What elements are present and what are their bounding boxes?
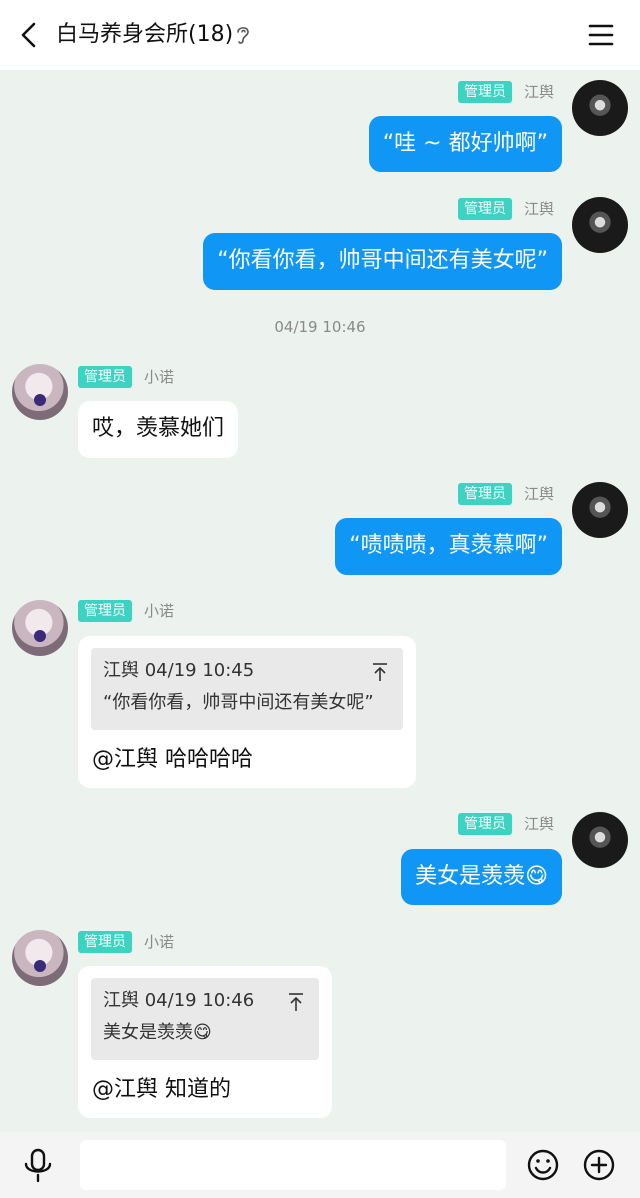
admin-badge: 管理员 xyxy=(78,931,132,953)
quoted-message[interactable]: 江舆 04/19 10:45 “你看你看，帅哥中间还有美女呢” xyxy=(91,648,403,730)
sender-name: 小诺 xyxy=(144,368,175,386)
back-arrow-icon[interactable] xyxy=(12,18,46,52)
message-bubble[interactable]: “啧啧啧，真羡慕啊” xyxy=(335,518,562,575)
avatar[interactable] xyxy=(12,600,68,656)
ear-icon xyxy=(237,27,249,44)
avatar[interactable] xyxy=(572,80,628,136)
emoji-icon[interactable] xyxy=(526,1148,560,1182)
sender-name: 江舆 xyxy=(524,485,555,503)
message-bubble[interactable]: 江舆 04/19 10:45 “你看你看，帅哥中间还有美女呢” @江舆 哈哈哈哈 xyxy=(78,636,416,788)
quote-text: 美女是羡羡😋 xyxy=(103,1022,212,1043)
sender-name: 小诺 xyxy=(144,602,175,620)
admin-badge: 管理员 xyxy=(458,81,512,103)
timestamp: 04/19 10:46 xyxy=(274,318,366,336)
message-bubble[interactable]: 江舆 04/19 10:46 美女是羡羡😋 @江舆 知道的 xyxy=(78,966,332,1118)
message-bubble[interactable]: 哎，羡慕她们 xyxy=(78,401,239,458)
message-input[interactable] xyxy=(80,1140,506,1190)
quote-text: “你看你看，帅哥中间还有美女呢” xyxy=(103,692,374,713)
avatar[interactable] xyxy=(572,812,628,868)
plus-icon[interactable] xyxy=(582,1148,616,1182)
avatar[interactable] xyxy=(12,364,68,420)
admin-badge: 管理员 xyxy=(458,483,512,505)
admin-badge: 管理员 xyxy=(78,600,132,622)
reply-text: @江舆 知道的 xyxy=(92,1077,231,1102)
jump-to-quote-icon[interactable] xyxy=(371,662,389,682)
group-title[interactable]: 白马养身会所(18) xyxy=(56,19,233,51)
quote-meta: 江舆 04/19 10:46 xyxy=(103,990,255,1011)
message-bubble[interactable]: “哇 ~ 都好帅啊” xyxy=(368,116,562,172)
input-bar xyxy=(0,1132,640,1198)
chat-header: 白马养身会所(18) xyxy=(0,0,640,70)
sender-name: 江舆 xyxy=(524,200,555,218)
quote-meta: 江舆 04/19 10:45 xyxy=(103,660,255,681)
quoted-message[interactable]: 江舆 04/19 10:46 美女是羡羡😋 xyxy=(91,978,319,1060)
avatar[interactable] xyxy=(572,482,628,538)
menu-icon[interactable] xyxy=(584,20,618,50)
admin-badge: 管理员 xyxy=(458,198,512,220)
avatar[interactable] xyxy=(572,197,628,253)
reply-text: @江舆 哈哈哈哈 xyxy=(92,747,253,772)
sender-name: 小诺 xyxy=(144,933,175,951)
message-bubble[interactable]: “你看你看，帅哥中间还有美女呢” xyxy=(203,233,562,290)
admin-badge: 管理员 xyxy=(78,366,132,388)
avatar[interactable] xyxy=(12,930,68,986)
admin-badge: 管理员 xyxy=(458,813,512,835)
message-bubble[interactable]: 美女是羡羡😋 xyxy=(401,849,562,905)
microphone-icon[interactable] xyxy=(22,1148,54,1184)
sender-name: 江舆 xyxy=(524,815,555,833)
sender-name: 江舆 xyxy=(524,83,555,101)
jump-to-quote-icon[interactable] xyxy=(287,992,305,1012)
